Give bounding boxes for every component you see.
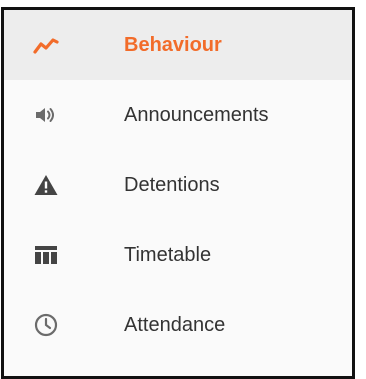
- sidebar-menu: Behaviour Announcements Detentions Timet…: [1, 7, 355, 379]
- nav-item-behaviour[interactable]: Behaviour: [4, 10, 352, 80]
- nav-item-label: Attendance: [124, 313, 226, 336]
- nav-item-timetable[interactable]: Timetable: [4, 220, 352, 290]
- speaker-icon: [32, 101, 60, 129]
- nav-item-label: Announcements: [124, 103, 269, 126]
- timetable-icon: [32, 241, 60, 269]
- nav-item-attendance[interactable]: Attendance: [4, 290, 352, 360]
- nav-item-label: Timetable: [124, 243, 212, 266]
- nav-item-announcements[interactable]: Announcements: [4, 80, 352, 150]
- nav-item-label: Behaviour: [124, 33, 222, 56]
- nav-item-detentions[interactable]: Detentions: [4, 150, 352, 220]
- nav-item-label: Detentions: [124, 173, 220, 196]
- trend-line-icon: [32, 31, 60, 59]
- warning-icon: [32, 171, 60, 199]
- clock-icon: [32, 311, 60, 339]
